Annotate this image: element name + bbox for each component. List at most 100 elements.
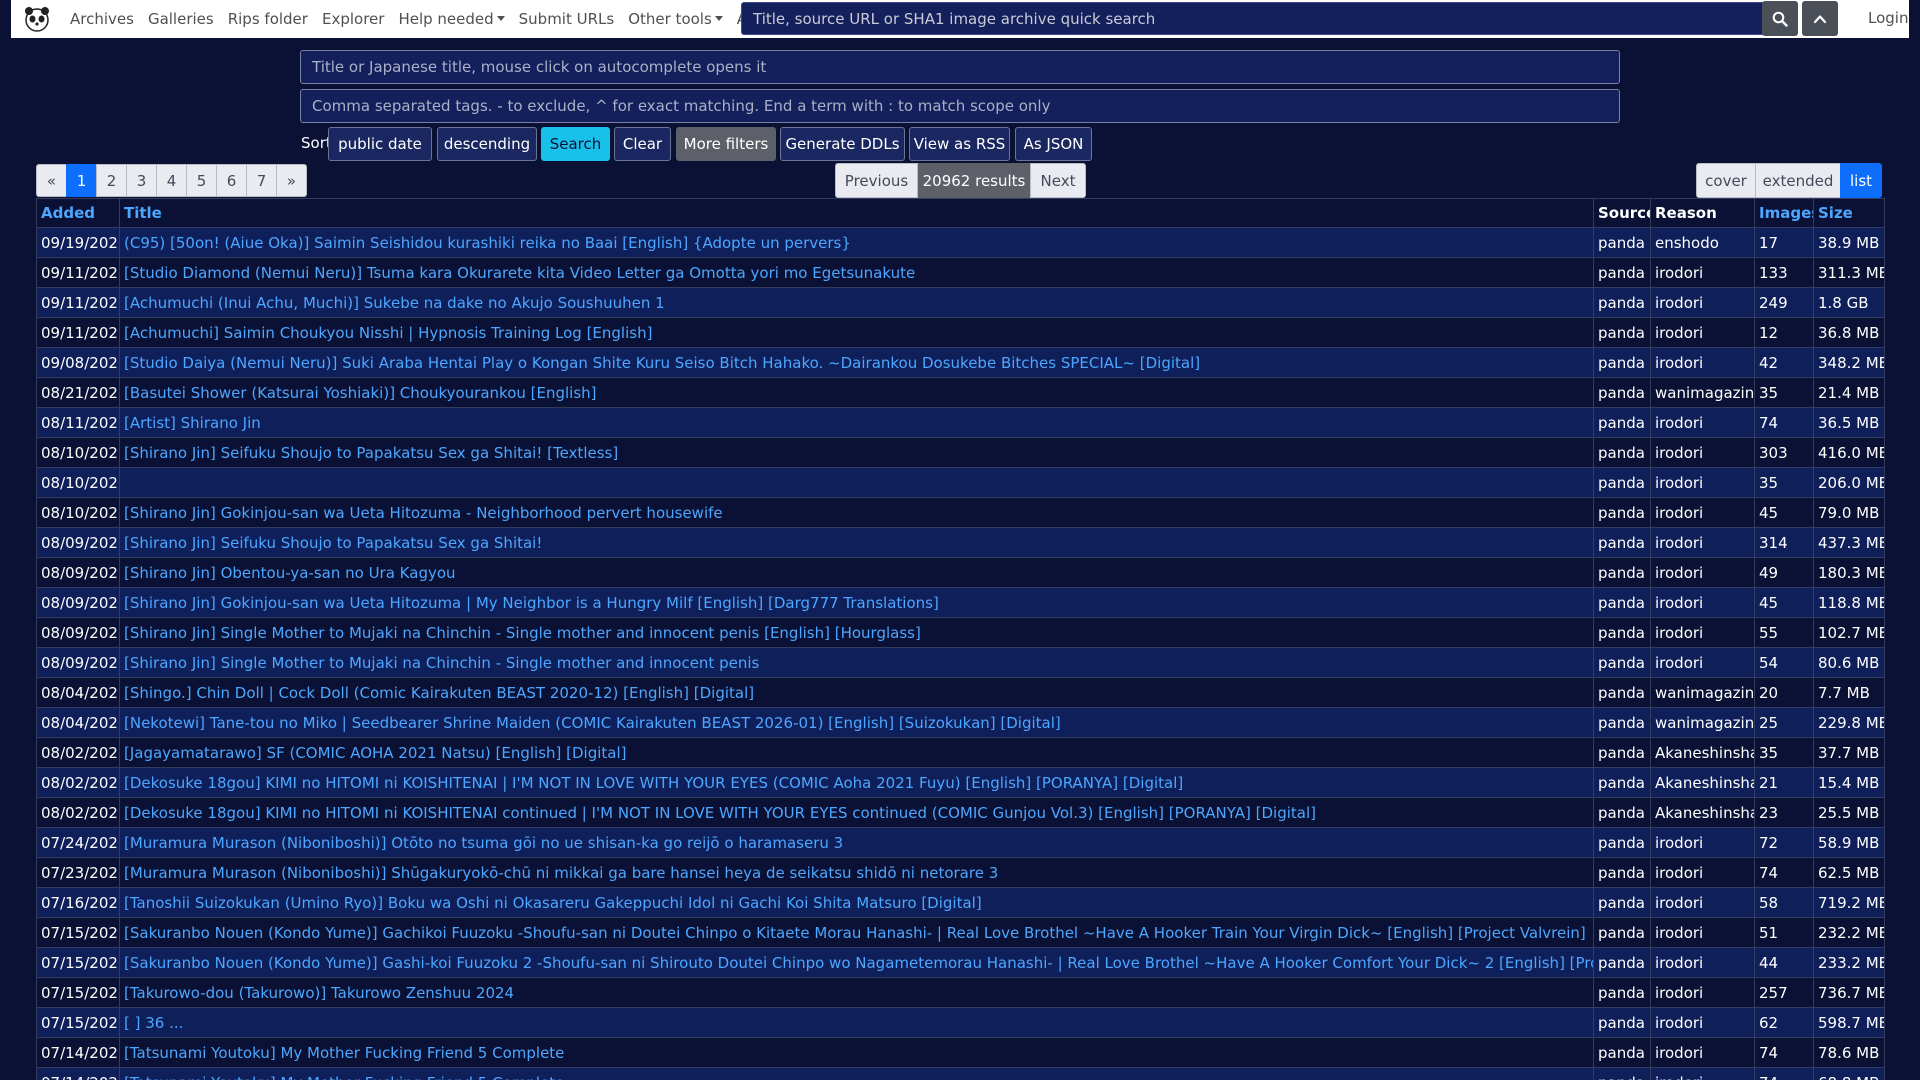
archive-title-link[interactable]: [Sakuranbo Nouen (Kondo Yume)] Gachikoi … xyxy=(124,924,1586,942)
nav-item-rips-folder[interactable]: Rips folder xyxy=(221,10,315,28)
cell-reason: irodori xyxy=(1650,497,1755,528)
cell-title: [Artist] Shirano Jin xyxy=(119,407,1594,438)
quick-search-input[interactable] xyxy=(741,2,1766,35)
nav-item-archives[interactable]: Archives xyxy=(63,10,141,28)
view-list-button[interactable]: list xyxy=(1840,163,1882,198)
archive-title-link[interactable]: [Shirano Jin] Gokinjou-san wa Ueta Hitoz… xyxy=(124,594,939,612)
title-search-input[interactable] xyxy=(300,50,1620,84)
table-row: 08/09/2026 [Shirano Jin] Gokinjou-san wa … xyxy=(36,587,1885,618)
search-button[interactable] xyxy=(1762,1,1798,36)
cell-reason: irodori xyxy=(1650,977,1755,1008)
cell-title: [Tanoshii Suizokukan (Umino Ryo)] Boku w… xyxy=(119,887,1594,918)
cell-reason: irodori xyxy=(1650,947,1755,978)
clear-button[interactable]: Clear xyxy=(614,127,671,161)
column-header-size[interactable]: Size xyxy=(1813,198,1885,228)
view-cover-button[interactable]: cover xyxy=(1696,163,1756,198)
archive-title-link[interactable]: [Shirano Jin] Obentou-ya-san no Ura Kagy… xyxy=(124,564,456,582)
login-link[interactable]: Login xyxy=(1868,9,1908,27)
page-button-6[interactable]: 6 xyxy=(216,164,247,197)
more-filters-button[interactable]: More filters xyxy=(676,127,776,161)
archive-title-link[interactable]: [Shirano Jin] Single Mother to Mujaki na… xyxy=(124,624,921,642)
page-button-7[interactable]: 7 xyxy=(246,164,277,197)
archive-title-link[interactable]: [Tanoshii Suizokukan (Umino Ryo)] Boku w… xyxy=(124,894,982,912)
archive-title-link[interactable]: [Shirano Jin] Single Mother to Mujaki na… xyxy=(124,654,759,672)
nav-item-explorer[interactable]: Explorer xyxy=(315,10,391,28)
archive-title-link[interactable]: [Sakuranbo Nouen (Kondo Yume)] Gashi-koi… xyxy=(124,954,1593,972)
archive-title-link[interactable]: [Studio Daiya (Nemui Neru)] Suki Araba H… xyxy=(124,354,1200,372)
next-button[interactable]: Next xyxy=(1030,163,1086,198)
as-json-button[interactable]: As JSON xyxy=(1015,127,1092,161)
archive-title-link[interactable]: [Studio Diamond (Nemui Neru)] Tsuma kara… xyxy=(124,264,915,282)
cell-images: 74 xyxy=(1754,407,1814,438)
sort-field-select[interactable]: public date xyxy=(328,127,432,161)
table-row: 08/09/2026 [Shirano Jin] Obentou-ya-san n… xyxy=(36,557,1885,588)
archive-title-link[interactable]: [Nekotewi] Tane-tou no Miko | Seedbearer… xyxy=(124,714,1061,732)
archive-title-link[interactable]: [Shingo.] Chin Doll | Cock Doll (Comic K… xyxy=(124,684,754,702)
column-header-images[interactable]: Images xyxy=(1754,198,1814,228)
archive-title-link[interactable]: [Shirano Jin] Seifuku Shoujo to Papakats… xyxy=(124,444,618,462)
cell-added: 08/09/2026 xyxy=(36,557,120,588)
archive-title-link[interactable]: [Muramura Murason (Niboniboshi)] Shūgaku… xyxy=(124,864,998,882)
archive-title-link[interactable]: [Achumuchi] Saimin Choukyou Nisshi | Hyp… xyxy=(124,324,652,342)
table-row: 08/10/2026 [Shirano Jin] Gokinjou-san wa … xyxy=(36,497,1885,528)
cell-title: [Basutei Shower (Katsurai Yoshiaki)] Cho… xyxy=(119,377,1594,408)
archive-title-link[interactable]: [Shirano Jin] Gokinjou-san wa Ueta Hitoz… xyxy=(124,504,723,522)
page-button-2[interactable]: 2 xyxy=(96,164,127,197)
archive-title-link[interactable]: [Tatsunami Youtoku] My Mother Fucking Fr… xyxy=(124,1074,564,1080)
archive-title-link[interactable]: [Basutei Shower (Katsurai Yoshiaki)] Cho… xyxy=(124,384,597,402)
cell-size: 232.2 MB xyxy=(1813,917,1885,948)
archive-title-link[interactable]: [Achumuchi (Inui Achu, Muchi)] Sukebe na… xyxy=(124,294,665,312)
cell-added: 08/02/2026 xyxy=(36,767,120,798)
nav-item-other-tools[interactable]: Other tools xyxy=(621,10,730,28)
nav-item-help-needed[interactable]: Help needed xyxy=(391,10,511,28)
archive-title-link[interactable]: [Takurowo-dou (Takurowo)] Takurowo Zensh… xyxy=(124,984,514,1002)
page-button-3[interactable]: 3 xyxy=(126,164,157,197)
table-row: 09/19/2026 (C95) [50on! (Aiue Oka)] Saimi… xyxy=(36,227,1885,258)
column-header-title[interactable]: Title xyxy=(119,198,1594,228)
generate-ddls-button[interactable]: Generate DDLs xyxy=(780,127,905,161)
cell-source: panda xyxy=(1593,887,1651,918)
archive-title-link[interactable]: [ ] 36 ... xyxy=(124,1014,183,1032)
cell-size: 598.7 MB xyxy=(1813,1007,1885,1038)
cell-added: 07/23/2026 xyxy=(36,857,120,888)
archive-title-link[interactable]: [Artist] Shirano Jin xyxy=(124,414,261,432)
page-button-5[interactable]: 5 xyxy=(186,164,217,197)
page-button-4[interactable]: 4 xyxy=(156,164,187,197)
cell-added: 08/09/2026 xyxy=(36,527,120,558)
archive-title-link[interactable]: [Dekosuke 18gou] KIMI no HITOMI ni KOISH… xyxy=(124,804,1316,822)
column-header-added[interactable]: Added xyxy=(36,198,120,228)
archive-title-link[interactable]: [Muramura Murason (Niboniboshi)] Otōto n… xyxy=(124,834,843,852)
first-page-button[interactable]: « xyxy=(36,164,67,197)
cell-size: 736.7 MB xyxy=(1813,977,1885,1008)
archive-title-link[interactable]: (C95) [50on! (Aiue Oka)] Saimin Seishido… xyxy=(124,234,851,252)
archive-title-link[interactable]: [Dekosuke 18gou] KIMI no HITOMI ni KOISH… xyxy=(124,774,1183,792)
view-extended-button[interactable]: extended xyxy=(1755,163,1841,198)
site-logo[interactable] xyxy=(21,3,53,35)
nav-item-submit-urls[interactable]: Submit URLs xyxy=(512,10,622,28)
view-rss-button[interactable]: View as RSS xyxy=(909,127,1010,161)
cell-title: [ ] 36 ... xyxy=(119,1007,1594,1038)
archive-title-link[interactable]: [Tatsunami Youtoku] My Mother Fucking Fr… xyxy=(124,1044,564,1062)
cell-title: [Shirano Jin] Single Mother to Mujaki na… xyxy=(119,647,1594,678)
tags-search-input[interactable] xyxy=(300,89,1620,123)
collapse-button[interactable] xyxy=(1802,1,1838,36)
sort-order-select[interactable]: descending xyxy=(437,127,537,161)
cell-source: panda xyxy=(1593,407,1651,438)
search-submit-button[interactable]: Search xyxy=(541,127,610,161)
cell-reason: enshodo xyxy=(1650,227,1755,258)
cell-source: panda xyxy=(1593,347,1651,378)
cell-size: 180.3 MB xyxy=(1813,557,1885,588)
nav-item-galleries[interactable]: Galleries xyxy=(141,10,221,28)
previous-button[interactable]: Previous xyxy=(835,163,918,198)
archive-title-link[interactable]: [Jagayamatarawo] SF (COMIC AOHA 2021 Nat… xyxy=(124,744,627,762)
cell-size: 79.0 MB xyxy=(1813,497,1885,528)
cell-source: panda xyxy=(1593,617,1651,648)
cell-title: [Achumuchi] Saimin Choukyou Nisshi | Hyp… xyxy=(119,317,1594,348)
archive-title-link[interactable]: [Shirano Jin] Seifuku Shoujo to Papakats… xyxy=(124,534,542,552)
cell-reason: Akaneshinsha xyxy=(1650,737,1755,768)
page-button-1[interactable]: 1 xyxy=(66,164,97,197)
cell-title: [Tatsunami Youtoku] My Mother Fucking Fr… xyxy=(119,1067,1594,1080)
cell-size: 62.5 MB xyxy=(1813,857,1885,888)
cell-source: panda xyxy=(1593,287,1651,318)
last-page-button[interactable]: » xyxy=(276,164,307,197)
